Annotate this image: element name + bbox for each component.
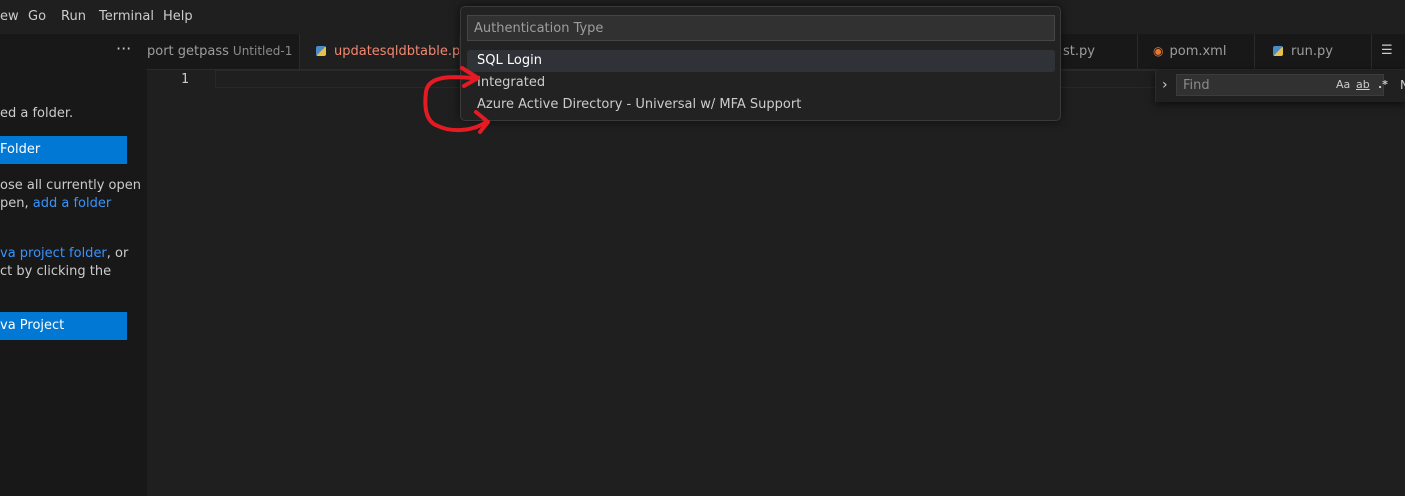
quick-pick-item-azure-ad[interactable]: Azure Active Directory - Universal w/ MF…: [467, 94, 1055, 116]
quick-pick-item-integrated[interactable]: Integrated: [467, 72, 1055, 94]
find-result-text: N: [1400, 78, 1405, 92]
tab-label: port getpass: [147, 44, 229, 59]
tab-updatesqldbtable[interactable]: updatesqldbtable.py3: [300, 34, 460, 69]
sidebar-text-add-folder: pen, add a folder: [0, 195, 111, 213]
java-project-folder-link[interactable]: va project folder: [0, 246, 107, 261]
line-number: 1: [181, 72, 189, 87]
menu-view[interactable]: ew: [0, 9, 19, 24]
add-folder-link[interactable]: add a folder: [33, 196, 111, 211]
menu-run[interactable]: Run: [61, 9, 86, 24]
sidebar-text-java: va project folder, or: [0, 245, 128, 263]
chevron-right-icon[interactable]: ›: [1162, 77, 1168, 93]
sidebar-text-or: , or: [106, 246, 129, 261]
menu-help[interactable]: Help: [163, 9, 193, 24]
menu-terminal[interactable]: Terminal: [99, 9, 154, 24]
find-widget: › Aa ab .* N: [1155, 70, 1405, 102]
tab-untitled-1[interactable]: port getpass Untitled-1: [147, 34, 300, 69]
tab-label: st.py: [1063, 44, 1095, 59]
match-case-icon[interactable]: Aa: [1336, 78, 1350, 91]
open-folder-button[interactable]: Folder: [0, 136, 127, 164]
ellipsis-icon[interactable]: ···: [116, 41, 131, 57]
create-java-project-button[interactable]: va Project: [0, 312, 127, 340]
sidebar-text-open: pen,: [0, 196, 33, 211]
python-icon: [316, 46, 326, 56]
split-editor-icon[interactable]: ☰: [1381, 43, 1393, 58]
sidebar-text-clicking: ct by clicking the: [0, 264, 112, 279]
tab-label: run.py: [1291, 44, 1333, 59]
rss-icon: ◉: [1153, 44, 1164, 58]
tab-pom-xml[interactable]: ◉ pom.xml: [1139, 34, 1255, 69]
tab-label: updatesqldbtable.py: [334, 44, 460, 59]
tab-sub: Untitled-1: [232, 44, 293, 58]
sidebar-text-no-folder: ed a folder.: [0, 106, 74, 121]
quick-pick-item-sql-login[interactable]: SQL Login: [467, 50, 1055, 72]
tab-run-py[interactable]: run.py: [1256, 34, 1372, 69]
menu-go[interactable]: Go: [28, 9, 46, 24]
tab-label: pom.xml: [1169, 44, 1227, 59]
explorer-sidebar: ··· ed a folder. Folder ose all currentl…: [0, 34, 148, 496]
quick-pick-widget: SQL Login Integrated Azure Active Direct…: [460, 6, 1061, 121]
python-icon: [1273, 46, 1283, 56]
find-input[interactable]: [1176, 74, 1384, 96]
regex-icon[interactable]: .*: [1378, 78, 1388, 91]
sidebar-text-close: ose all currently open: [0, 178, 141, 193]
editor-area[interactable]: 1: [147, 70, 1405, 496]
whole-word-icon[interactable]: ab: [1356, 78, 1370, 91]
quick-pick-input[interactable]: [467, 15, 1055, 41]
